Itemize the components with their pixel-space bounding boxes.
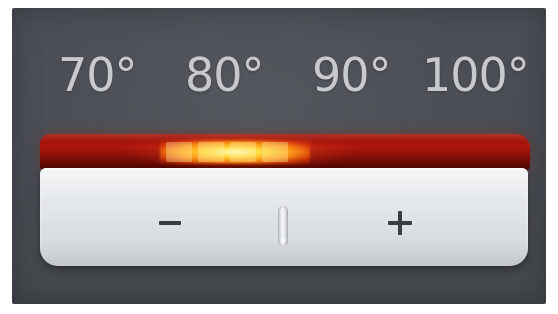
- led-segment: [230, 142, 256, 162]
- temperature-scale: 70° 80° 90° 100°: [50, 40, 540, 110]
- temperature-led-bar: [40, 134, 530, 170]
- appliance-photo: 70° 80° 90° 100°: [0, 0, 558, 314]
- increase-temperature-button[interactable]: [370, 198, 430, 248]
- temp-label-90: 90°: [312, 48, 392, 102]
- plus-icon: [388, 211, 412, 235]
- button-strip: [40, 168, 528, 266]
- temp-label-80: 80°: [185, 48, 265, 102]
- decrease-temperature-button[interactable]: [140, 198, 200, 248]
- minus-icon: [159, 221, 181, 225]
- led-segment: [262, 142, 288, 162]
- center-divider-indicator: [278, 206, 288, 246]
- temp-label-70: 70°: [58, 48, 138, 102]
- led-segment: [166, 142, 192, 162]
- temp-label-100: 100°: [422, 48, 530, 102]
- led-segment: [198, 142, 224, 162]
